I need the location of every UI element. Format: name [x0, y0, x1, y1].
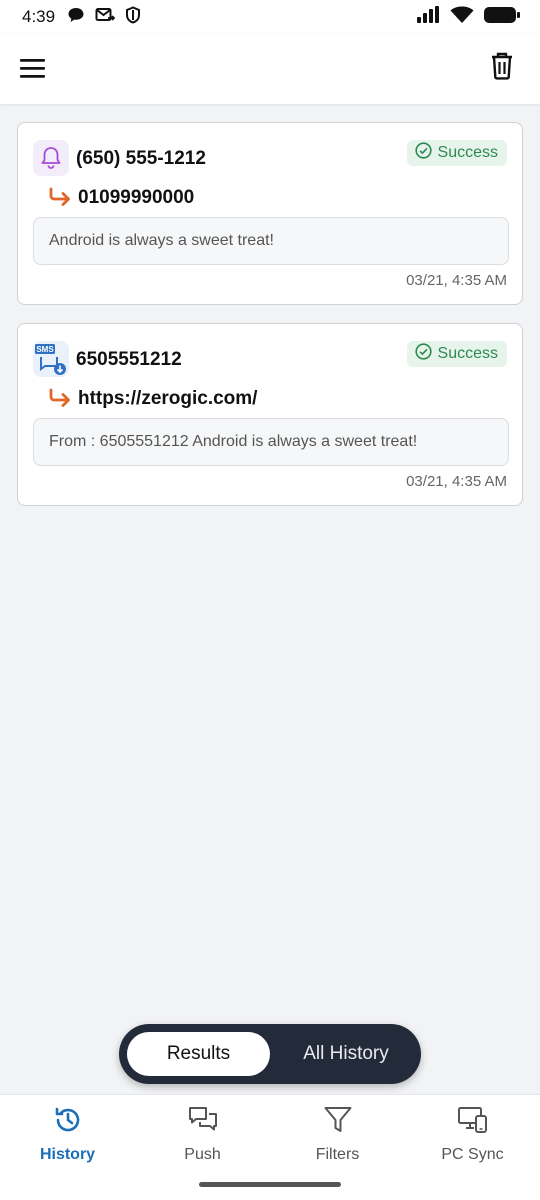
history-card[interactable]: (650) 555-1212 Success 01099990000 Andro… [17, 122, 523, 305]
nav-filters[interactable]: Filters [270, 1105, 405, 1167]
hamburger-menu-icon[interactable] [20, 54, 54, 84]
wifi-icon [450, 6, 474, 29]
status-time: 4:39 [22, 7, 56, 26]
history-icon [53, 1105, 83, 1140]
status-system-icons [416, 5, 520, 29]
pc-sync-icon [457, 1105, 489, 1140]
cell-signal-icon [416, 5, 440, 29]
results-toggle-button[interactable]: Results [127, 1032, 270, 1076]
message-preview: From : 6505551212 Android is always a sw… [33, 418, 509, 466]
home-indicator[interactable] [199, 1182, 341, 1187]
filter-icon [323, 1105, 353, 1140]
forward-arrow-icon [48, 388, 72, 410]
forward-target: 01099990000 [78, 187, 195, 208]
sender-number: 6505551212 [76, 349, 182, 370]
forward-arrow-icon [48, 187, 72, 209]
sender-number: (650) 555-1212 [76, 148, 206, 169]
history-scope-toggle: Results All History [119, 1024, 421, 1084]
nav-push-label: Push [184, 1146, 221, 1163]
push-chat-icon [187, 1105, 219, 1140]
forward-mail-icon [95, 6, 116, 29]
status-notification-icons [67, 5, 141, 29]
nav-pc-sync-label: PC Sync [441, 1146, 504, 1163]
status-text: Success [437, 144, 498, 161]
status-badge: Success [406, 341, 507, 367]
nav-filters-label: Filters [315, 1146, 360, 1163]
trash-icon[interactable] [490, 52, 522, 86]
timestamp: 03/21, 4:35 AM [406, 473, 507, 490]
nav-pc-sync[interactable]: PC Sync [405, 1105, 540, 1167]
nav-history[interactable]: History [0, 1105, 135, 1167]
bell-icon [33, 140, 69, 176]
chat-bubble-icon [67, 6, 85, 29]
status-bar: 4:39 [0, 0, 540, 34]
check-circle-icon [414, 343, 432, 365]
forward-target: https://zerogic.com/ [78, 388, 258, 409]
nav-history-label: History [39, 1146, 96, 1163]
status-badge: Success [406, 140, 507, 166]
status-text: Success [437, 345, 498, 362]
message-preview: Android is always a sweet treat! [33, 217, 509, 265]
check-circle-icon [414, 142, 432, 164]
nav-push[interactable]: Push [135, 1105, 270, 1167]
all-history-toggle-button[interactable]: All History [279, 1032, 413, 1076]
svg-text:SMS: SMS [36, 345, 54, 354]
battery-icon [484, 6, 520, 29]
shield-icon [125, 5, 141, 29]
sms-icon: SMS [33, 341, 69, 377]
history-card[interactable]: SMS 6505551212 Success https://zerogic.c… [17, 323, 523, 506]
app-bar [0, 34, 540, 104]
timestamp: 03/21, 4:35 AM [406, 272, 507, 289]
